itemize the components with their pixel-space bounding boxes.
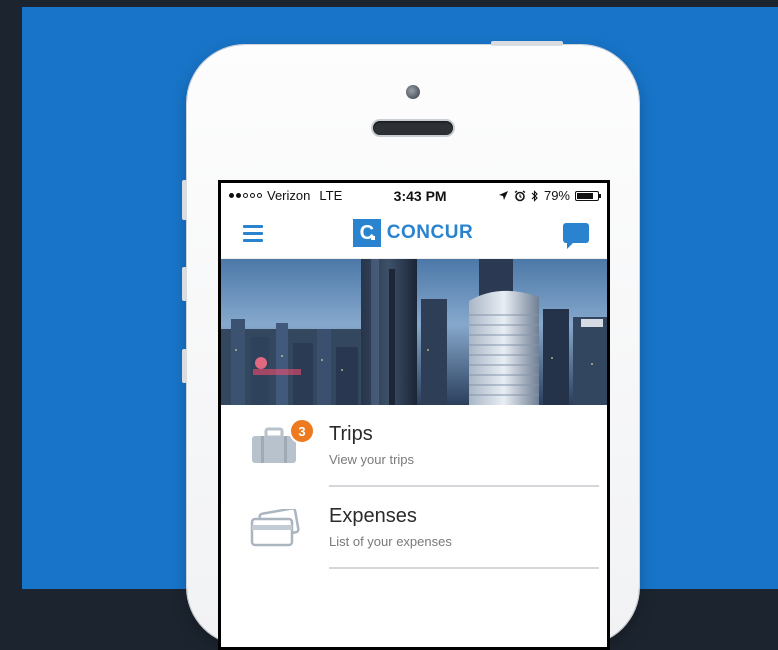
skyline-image — [221, 259, 607, 405]
menu-item-next[interactable] — [221, 569, 607, 609]
status-right: 79% — [498, 188, 601, 203]
camera-icon — [406, 85, 420, 99]
battery-level — [577, 192, 593, 199]
menu-item-subtitle: View your trips — [329, 452, 415, 467]
menu-item-subtitle: List of your expenses — [329, 534, 452, 549]
menu-item-trips[interactable]: 3 Trips View your trips — [221, 405, 607, 487]
status-bar: Verizon LTE 3:43 PM 79% — [221, 183, 607, 208]
alarm-icon — [514, 189, 526, 201]
network-type: LTE — [319, 188, 343, 203]
expenses-text: Expenses List of your expenses — [329, 487, 599, 569]
city-skyline-banner — [221, 259, 607, 405]
phone-silent-switch — [182, 180, 187, 220]
concur-logo: C CONCUR — [352, 219, 474, 247]
app-screen: Verizon LTE 3:43 PM 79% C CONCUR 3 Trips… — [221, 183, 607, 647]
main-menu: 3 Trips View your trips Expenses List of… — [221, 405, 607, 609]
trips-text: Trips View your trips — [329, 405, 599, 487]
expenses-icon-wrap — [221, 509, 329, 547]
menu-item-title: Expenses — [329, 505, 417, 527]
battery-percent: 79% — [543, 188, 570, 203]
menu-item-expenses[interactable]: Expenses List of your expenses — [221, 487, 607, 569]
battery-icon — [575, 190, 601, 201]
phone-device: Verizon LTE 3:43 PM 79% C CONCUR 3 Trips… — [182, 41, 639, 650]
phone-volume-down — [182, 349, 187, 383]
bluetooth-icon — [531, 189, 538, 202]
concur-logo-mark: C — [352, 219, 381, 247]
signal-strength-icon — [229, 193, 262, 198]
trips-count-badge: 3 — [289, 418, 315, 444]
location-arrow-icon — [498, 191, 508, 200]
phone-power-button — [491, 41, 563, 46]
hamburger-menu-icon[interactable] — [243, 224, 263, 242]
earpiece-speaker — [373, 121, 453, 135]
credit-card-icon — [250, 509, 300, 547]
app-nav-bar: C CONCUR — [221, 208, 607, 259]
status-time: 3:43 PM — [393, 187, 447, 204]
phone-screen: Verizon LTE 3:43 PM 79% C CONCUR 3 Trips… — [218, 180, 610, 650]
menu-item-title: Trips — [329, 423, 373, 445]
phone-volume-up — [182, 267, 187, 301]
carrier-name: Verizon — [267, 188, 311, 203]
message-icon[interactable] — [562, 223, 589, 249]
status-left: Verizon LTE — [229, 188, 342, 203]
concur-logo-text: CONCUR — [386, 222, 474, 243]
trips-icon-wrap: 3 — [221, 418, 329, 465]
